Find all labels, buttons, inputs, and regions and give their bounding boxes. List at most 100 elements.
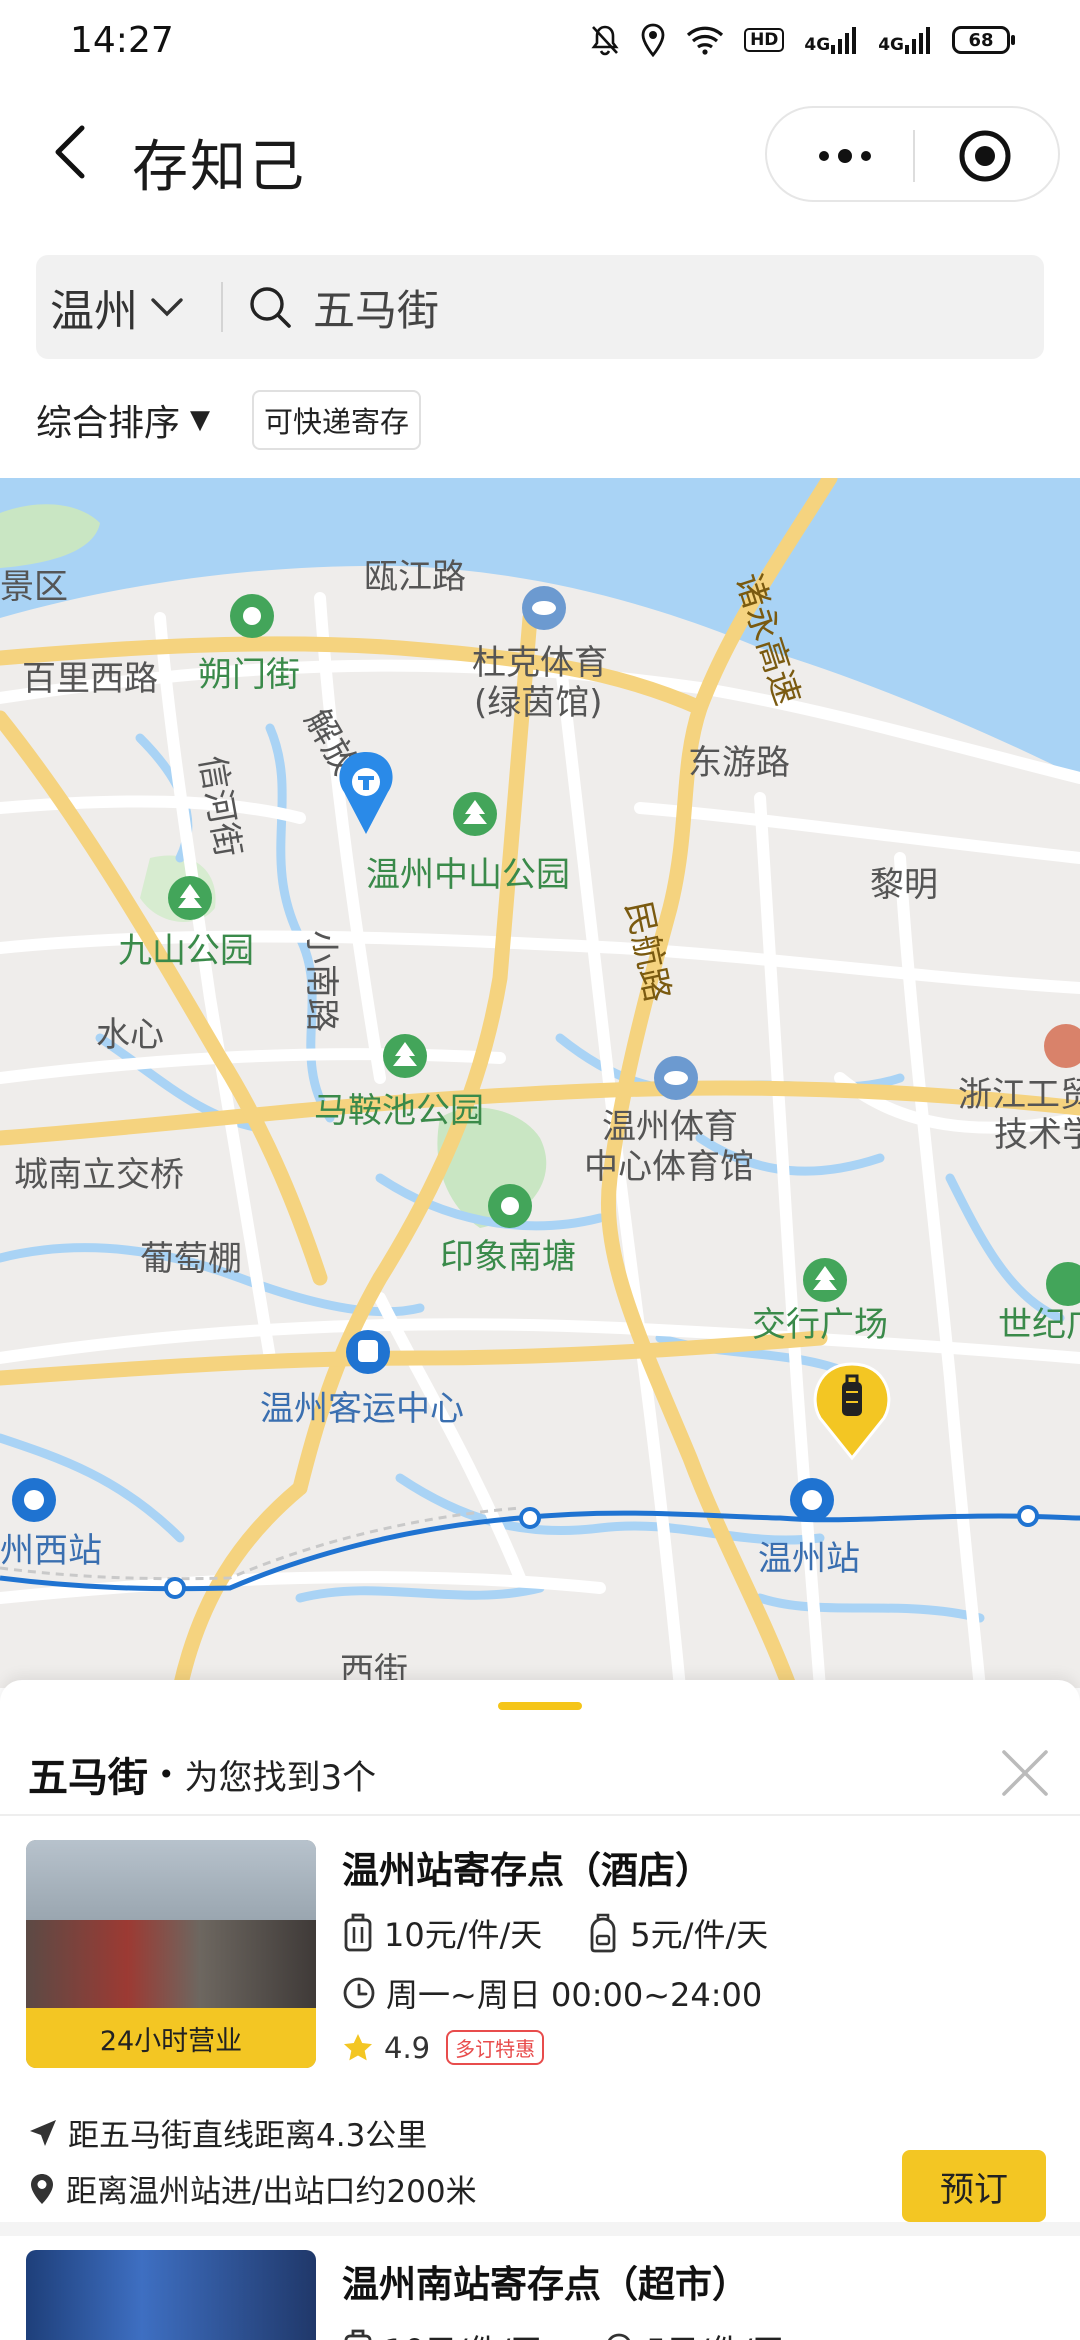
map-label: 浙江工贸: [958, 1075, 1080, 1115]
thumbnail-image: [26, 1920, 316, 2015]
map-label: 百里西路: [22, 659, 158, 699]
search-icon: [247, 284, 293, 330]
map-label: 杜克体育: [472, 643, 608, 683]
large-price-value: 10元/件/天: [384, 1916, 543, 1954]
network-type-2: 4G: [878, 35, 904, 55]
close-sheet-button[interactable]: [998, 1746, 1052, 1800]
map-label: 马鞍池公园: [314, 1091, 484, 1131]
large-luggage-price: 10元/件/天: [342, 2326, 542, 2340]
map-label: 瓯江路: [364, 557, 466, 597]
backpack-icon: [608, 2333, 631, 2340]
results-keyword: 五马街: [28, 1755, 148, 1801]
result-title: 温州南站寄存点（超市）: [342, 2263, 749, 2306]
more-dot-icon: [861, 151, 871, 161]
price-row: 10元/件/天 5元/件/天: [342, 2326, 784, 2340]
book-button[interactable]: 预订: [902, 2150, 1046, 2222]
city-label: 温州: [50, 286, 138, 337]
signal-bars-icon: [905, 27, 930, 54]
wifi-icon: [686, 26, 724, 55]
network-type-1: 4G: [804, 35, 831, 55]
map-label: 温州站: [758, 1539, 860, 1579]
divider: [0, 1814, 1080, 1816]
map-label: 世纪广: [998, 1305, 1080, 1345]
open-hours-badge: 24小时营业: [26, 2008, 316, 2068]
results-separator: •: [158, 1757, 175, 1791]
search-divider: [221, 282, 223, 332]
close-miniapp-button[interactable]: [945, 126, 1025, 186]
navigation-arrow-icon: [30, 2119, 56, 2146]
map-label: 景区: [0, 567, 68, 607]
rating-row: 4.9 多订特惠: [342, 2030, 545, 2065]
small-price-value: 5元/件/天: [646, 2326, 784, 2340]
more-button[interactable]: [795, 126, 895, 186]
search-bar: 温州 五马街: [36, 255, 1044, 359]
status-bar: 14:27 HD 4G 4G 68: [0, 0, 1080, 80]
map-label: 小南路: [301, 930, 341, 1032]
sort-arrow-icon: ▼: [190, 405, 211, 435]
hd-badge: HD: [744, 28, 785, 52]
signal-1: 4G: [804, 25, 858, 55]
small-luggage-price: 5元/件/天: [586, 1910, 768, 1956]
more-dot-icon: [819, 151, 829, 161]
nav-bar: 存知己: [0, 90, 1080, 220]
city-selector[interactable]: 温州: [36, 275, 221, 339]
large-price-value: 10元/件/天: [384, 2326, 542, 2340]
results-header: 五马街 • 为您找到3个: [28, 1734, 376, 1814]
map-label: 东游路: [688, 743, 790, 783]
filter-bar: 综合排序 ▼ 可快递寄存: [0, 380, 1080, 460]
location-icon: [641, 23, 665, 57]
back-button[interactable]: [40, 120, 100, 184]
map-label: 交行广场: [752, 1305, 888, 1345]
result-thumbnail: 24小时营业: [26, 1840, 316, 2068]
sort-dropdown[interactable]: 综合排序 ▼: [36, 394, 210, 446]
capsule-divider: [913, 130, 915, 182]
station-row: 距离温州站进/出站口约200米: [28, 2166, 477, 2211]
suitcase-icon: [344, 2329, 372, 2340]
small-luggage-price: 5元/件/天: [602, 2326, 784, 2340]
price-row: 10元/件/天 5元/件/天: [342, 1910, 812, 1956]
train-poi-icon: [12, 1478, 56, 1522]
park-poi-icon: [803, 1258, 847, 1302]
results-count: 为您找到3个: [184, 1757, 377, 1798]
map-view[interactable]: 景区 瓯江路 百里西路 朔门街 杜克体育 (绿茵馆) 东游路 温州中山公园 黎明…: [0, 478, 1080, 1688]
hours-text: 周一~周日 00:00~24:00: [386, 1976, 763, 2014]
deal-tag: 多订特惠: [446, 2030, 545, 2065]
map-label: 州西站: [0, 1531, 102, 1571]
large-luggage-price: 10元/件/天: [342, 1910, 542, 1956]
result-card[interactable]: 温州南站寄存点（超市） 10元/件/天 5元/件/天: [0, 2250, 1080, 2340]
map-label: 城南立交桥: [14, 1155, 184, 1195]
map-label: 水心: [96, 1015, 164, 1055]
result-card[interactable]: 24小时营业 温州站寄存点（酒店） 10元/件/天 5元/件/天 周一~周日 0…: [0, 1840, 1080, 2270]
train-poi-icon: [790, 1478, 834, 1522]
star-icon: [344, 2033, 372, 2060]
stadium-poi-icon: [654, 1056, 698, 1100]
sheet-drag-handle[interactable]: [498, 1702, 582, 1710]
sort-label: 综合排序: [36, 403, 181, 444]
map-label: 温州客运中心: [260, 1389, 464, 1429]
map-label: 技术学: [994, 1115, 1080, 1155]
park-poi-icon: [383, 1034, 427, 1078]
location-pin-icon: [31, 2173, 53, 2204]
results-sheet: 五马街 • 为您找到3个 24小时营业 温州站寄存点（酒店） 10元/件/天 5…: [0, 1680, 1080, 2340]
rating-value: 4.9: [384, 2030, 431, 2065]
park-poi-icon: [168, 876, 212, 920]
result-thumbnail: [26, 2250, 316, 2340]
chevron-down-icon: [151, 298, 183, 317]
signal-2: 4G: [878, 25, 932, 55]
miniapp-capsule: [765, 106, 1060, 202]
thumbnail-image: [26, 1840, 316, 1920]
map-label: 温州体育: [602, 1107, 738, 1147]
map-canvas: 景区 瓯江路 百里西路 朔门街 杜克体育 (绿茵馆) 东游路 温州中山公园 黎明…: [0, 478, 1080, 1688]
status-time: 14:27: [70, 19, 174, 61]
express-storage-chip[interactable]: 可快递寄存: [252, 390, 422, 450]
map-label: 印象南塘: [440, 1237, 576, 1277]
map-label: 黎明: [870, 865, 938, 905]
map-label: 中心体育馆: [584, 1147, 754, 1187]
map-label: 温州中山公园: [366, 855, 570, 895]
bus-poi-icon: [346, 1330, 390, 1374]
camera-poi-icon: [230, 594, 274, 638]
search-input[interactable]: 五马街: [313, 277, 439, 338]
more-dot-icon: [838, 149, 852, 163]
signal-bars-icon: [831, 27, 857, 54]
backpack-icon: [590, 1913, 616, 1953]
